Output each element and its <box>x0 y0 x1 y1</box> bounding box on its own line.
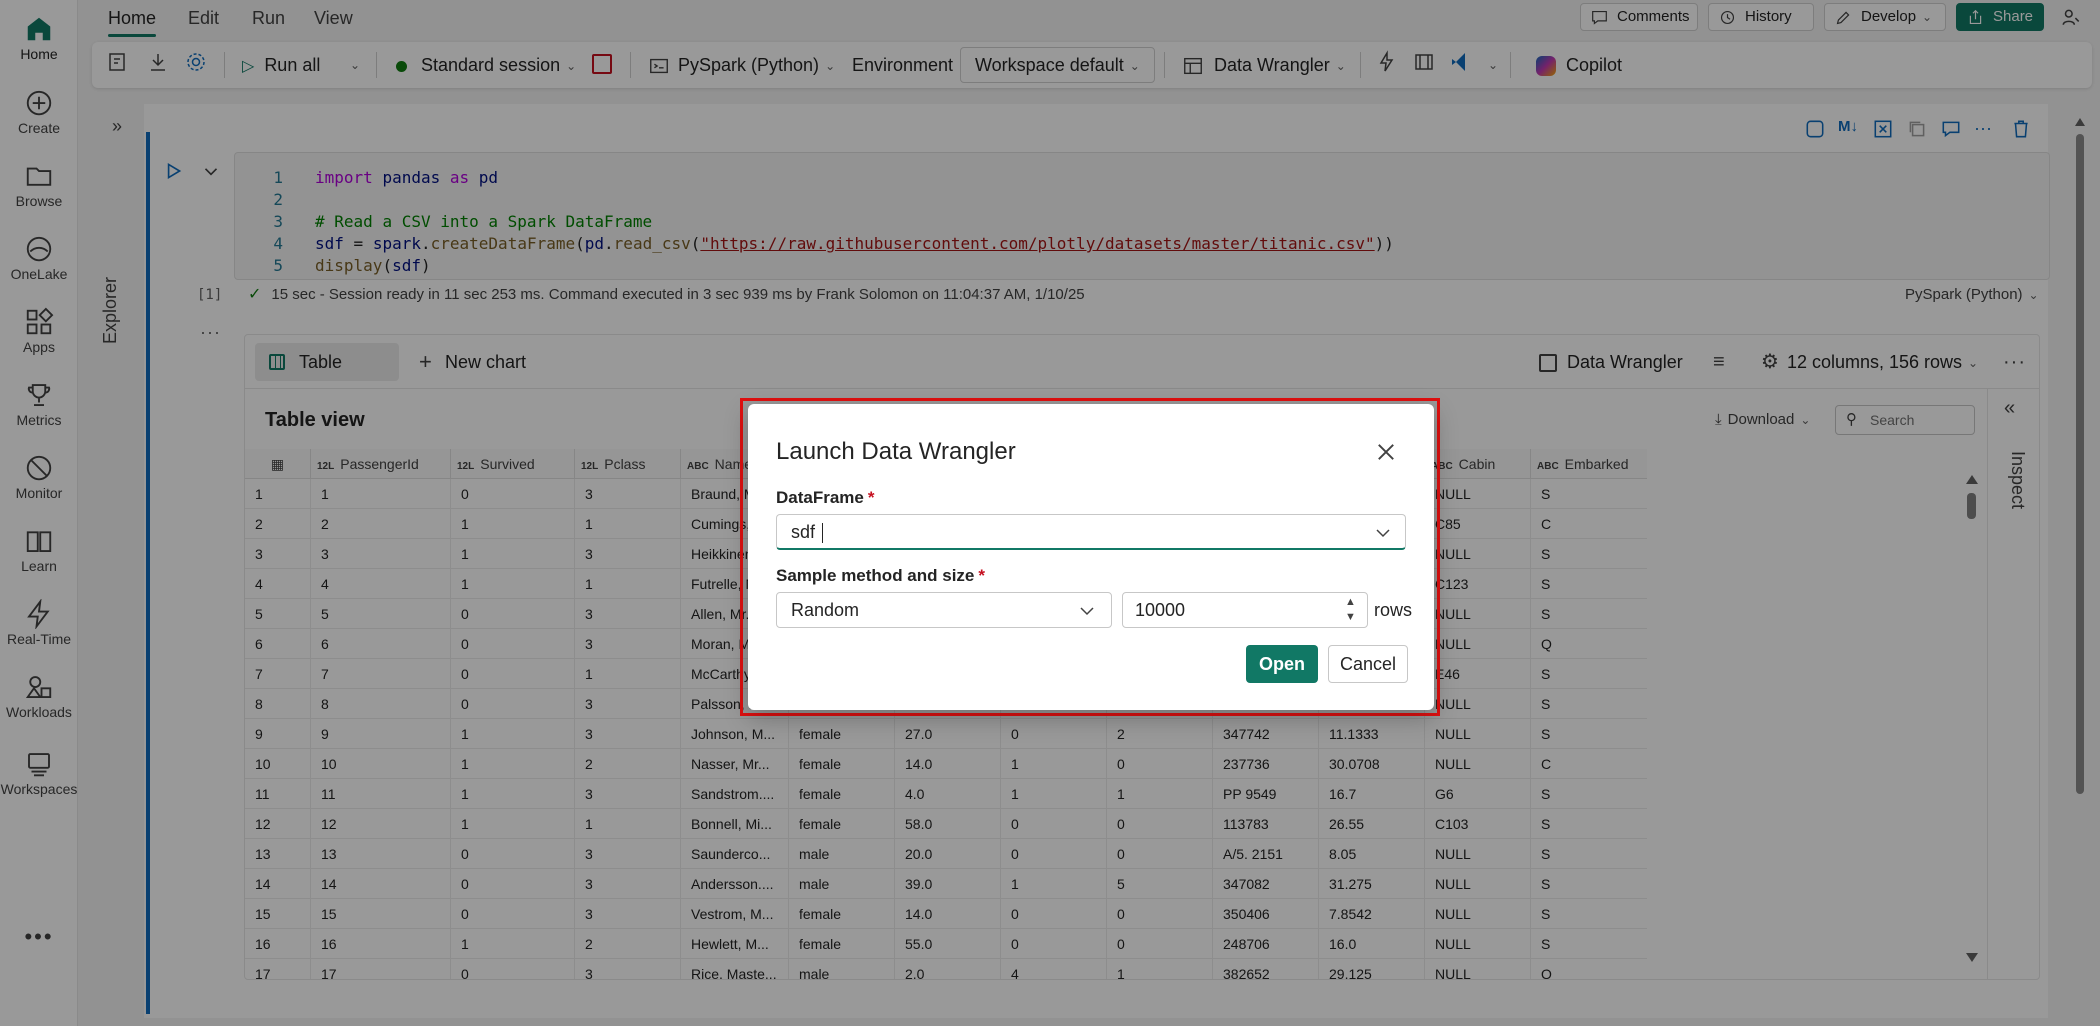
sample-method-value: Random <box>791 600 860 620</box>
dataframe-label-text: DataFrame <box>776 488 864 507</box>
required-marker: * <box>978 566 986 585</box>
rows-unit-label: rows <box>1374 600 1413 620</box>
chevron-down-icon <box>1376 529 1390 538</box>
required-marker: * <box>867 488 875 507</box>
dataframe-value: sdf <box>791 522 816 542</box>
dialog-title: Launch Data Wrangler <box>776 438 1016 465</box>
app-window: Home Create Browse OneLake Apps Metrics … <box>0 0 2100 1026</box>
dataframe-select[interactable]: sdf <box>776 514 1406 550</box>
cancel-button[interactable]: Cancel <box>1328 645 1408 683</box>
chevron-down-icon <box>1080 607 1094 616</box>
sample-label-text: Sample method and size <box>776 566 975 585</box>
launch-data-wrangler-dialog: Launch Data Wrangler DataFrame * sdf Samp… <box>748 404 1434 710</box>
sample-field-label: Sample method and size * <box>776 566 985 586</box>
open-button[interactable]: Open <box>1246 645 1318 683</box>
text-caret <box>822 523 824 544</box>
dataframe-field-label: DataFrame * <box>776 488 875 508</box>
sample-size-value: 10000 <box>1135 600 1186 620</box>
decrement-icon[interactable]: ▼ <box>1345 610 1356 624</box>
increment-icon[interactable]: ▲ <box>1345 595 1356 609</box>
sample-method-select[interactable]: Random <box>776 592 1112 628</box>
close-icon[interactable] <box>1374 440 1398 464</box>
sample-size-input[interactable]: 10000 ▲ ▼ <box>1122 592 1368 628</box>
